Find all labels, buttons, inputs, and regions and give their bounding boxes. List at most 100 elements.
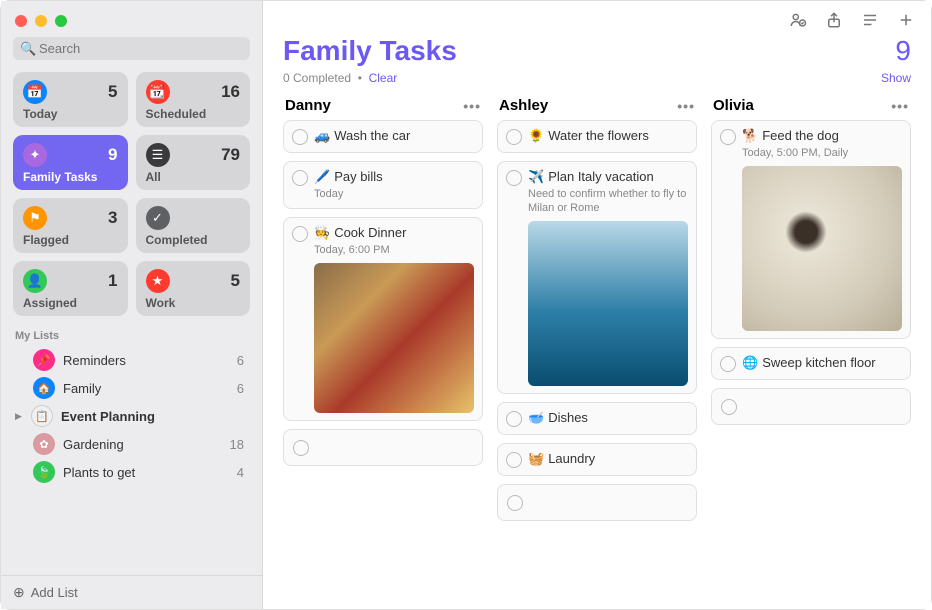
smart-label: Work bbox=[146, 296, 241, 310]
smart-label: Flagged bbox=[23, 233, 118, 247]
column-header: Danny••• bbox=[283, 97, 483, 120]
minimize-button[interactable] bbox=[35, 15, 47, 27]
list-count: 6 bbox=[237, 353, 248, 368]
smart-list-work[interactable]: ★5Work bbox=[136, 261, 251, 316]
task-title: 🧑‍🍳 Cook Dinner bbox=[314, 225, 474, 242]
complete-radio[interactable] bbox=[721, 399, 737, 415]
smart-list-scheduled[interactable]: 📆16Scheduled bbox=[136, 72, 251, 127]
task-note: Need to confirm whether to fly to Milan … bbox=[528, 187, 688, 216]
task-card[interactable]: 🥣 Dishes bbox=[497, 402, 697, 435]
list-name: Family bbox=[63, 381, 237, 396]
smart-list-assigned[interactable]: 👤1Assigned bbox=[13, 261, 128, 316]
smart-label: Family Tasks bbox=[23, 170, 118, 184]
new-task-placeholder[interactable] bbox=[497, 484, 697, 521]
share-icon bbox=[825, 11, 843, 29]
search-input[interactable] bbox=[13, 37, 250, 60]
new-task-placeholder[interactable] bbox=[711, 388, 911, 425]
chevron-right-icon[interactable]: ▶ bbox=[15, 411, 27, 422]
task-card[interactable]: 🐕 Feed the dogToday, 5:00 PM, Daily bbox=[711, 120, 911, 339]
task-image[interactable] bbox=[314, 263, 474, 413]
work-icon: ★ bbox=[146, 269, 170, 293]
complete-radio[interactable] bbox=[507, 495, 523, 511]
search-container: 🔍 bbox=[13, 37, 250, 60]
complete-radio[interactable] bbox=[720, 356, 736, 372]
smart-list-flagged[interactable]: ⚑3Flagged bbox=[13, 198, 128, 253]
list-count: 6 bbox=[237, 381, 248, 396]
task-subtitle: Today, 6:00 PM bbox=[314, 243, 474, 257]
all-icon: ☰ bbox=[146, 143, 170, 167]
list-row[interactable]: ✿Gardening18 bbox=[7, 430, 256, 458]
list-row[interactable]: 🍃Plants to get4 bbox=[7, 458, 256, 486]
window-controls bbox=[1, 1, 262, 37]
today-icon: 📅 bbox=[23, 80, 47, 104]
view-options-button[interactable] bbox=[861, 11, 879, 29]
smart-list-today[interactable]: 📅5Today bbox=[13, 72, 128, 127]
my-lists: 📌Reminders6🏠Family6▶📋Event Planning✿Gard… bbox=[1, 342, 262, 575]
person-badge-icon bbox=[789, 11, 807, 29]
column: Ashley••• 🌻 Water the flowers ✈️ Plan Ital… bbox=[497, 97, 697, 589]
task-title: ✈️ Plan Italy vacation bbox=[528, 169, 688, 186]
list-name: Reminders bbox=[63, 353, 237, 368]
smart-label: Completed bbox=[146, 233, 241, 247]
task-title: 🧺 Laundry bbox=[528, 451, 688, 468]
plus-icon bbox=[897, 11, 915, 29]
task-subtitle: Today bbox=[314, 187, 474, 201]
smart-count: 16 bbox=[221, 82, 240, 102]
new-task-placeholder[interactable] bbox=[283, 429, 483, 466]
clear-button[interactable]: Clear bbox=[369, 71, 398, 85]
task-title: 🌻 Water the flowers bbox=[528, 128, 688, 145]
complete-radio[interactable] bbox=[292, 226, 308, 242]
task-image[interactable] bbox=[742, 166, 902, 331]
column-more-button[interactable]: ••• bbox=[891, 98, 909, 114]
list-icon: 📋 bbox=[31, 405, 53, 427]
task-card[interactable]: 🧺 Laundry bbox=[497, 443, 697, 476]
task-card[interactable]: 🌻 Water the flowers bbox=[497, 120, 697, 153]
smart-list-family[interactable]: ✦9Family Tasks bbox=[13, 135, 128, 190]
list-row[interactable]: 📌 Reminders6 bbox=[7, 346, 256, 374]
add-list-button[interactable]: ⊕ Add List bbox=[1, 575, 262, 609]
add-list-label: Add List bbox=[31, 585, 78, 600]
completed-icon: ✓ bbox=[146, 206, 170, 230]
complete-radio[interactable] bbox=[506, 411, 522, 427]
complete-radio[interactable] bbox=[506, 170, 522, 186]
task-card[interactable]: 🖊️ Pay billsToday bbox=[283, 161, 483, 209]
task-subtitle: Today, 5:00 PM, Daily bbox=[742, 146, 902, 160]
share-button[interactable] bbox=[825, 11, 843, 29]
flagged-icon: ⚑ bbox=[23, 206, 47, 230]
list-icon: 📌 bbox=[33, 349, 55, 371]
show-button[interactable]: Show bbox=[881, 71, 911, 85]
add-reminder-button[interactable] bbox=[897, 11, 915, 29]
completed-count: 0 Completed bbox=[283, 71, 351, 85]
task-emoji-icon: 🖊️ bbox=[314, 169, 330, 186]
complete-radio[interactable] bbox=[292, 129, 308, 145]
list-row[interactable]: 🏠Family6 bbox=[7, 374, 256, 402]
smart-label: All bbox=[146, 170, 241, 184]
complete-radio[interactable] bbox=[506, 452, 522, 468]
column-header: Ashley••• bbox=[497, 97, 697, 120]
sidebar: 🔍 📅5Today📆16Scheduled✦9Family Tasks☰79Al… bbox=[1, 1, 263, 609]
column-more-button[interactable]: ••• bbox=[463, 98, 481, 114]
task-columns: Danny•••🚙 Wash the car 🖊️ Pay billsToday 🧑… bbox=[263, 97, 931, 609]
complete-radio[interactable] bbox=[506, 129, 522, 145]
task-emoji-icon: ✈️ bbox=[528, 169, 544, 186]
task-card[interactable]: 🌐 Sweep kitchen floor bbox=[711, 347, 911, 380]
complete-radio[interactable] bbox=[720, 129, 736, 145]
task-title: 🐕 Feed the dog bbox=[742, 128, 902, 145]
complete-radio[interactable] bbox=[293, 440, 309, 456]
column-more-button[interactable]: ••• bbox=[677, 98, 695, 114]
maximize-button[interactable] bbox=[55, 15, 67, 27]
smart-list-completed[interactable]: ✓ Completed bbox=[136, 198, 251, 253]
complete-radio[interactable] bbox=[292, 170, 308, 186]
task-card[interactable]: ✈️ Plan Italy vacationNeed to confirm wh… bbox=[497, 161, 697, 394]
task-card[interactable]: 🧑‍🍳 Cook DinnerToday, 6:00 PM bbox=[283, 217, 483, 421]
task-card[interactable]: 🚙 Wash the car bbox=[283, 120, 483, 153]
list-count: 4 bbox=[237, 465, 248, 480]
column: Danny•••🚙 Wash the car 🖊️ Pay billsToday 🧑… bbox=[283, 97, 483, 589]
task-image[interactable] bbox=[528, 221, 688, 386]
column-header: Olivia••• bbox=[711, 97, 911, 120]
smart-list-all[interactable]: ☰79All bbox=[136, 135, 251, 190]
close-button[interactable] bbox=[15, 15, 27, 27]
list-row[interactable]: ▶📋Event Planning bbox=[7, 402, 256, 430]
smart-label: Assigned bbox=[23, 296, 118, 310]
collaborate-button[interactable] bbox=[789, 11, 807, 29]
